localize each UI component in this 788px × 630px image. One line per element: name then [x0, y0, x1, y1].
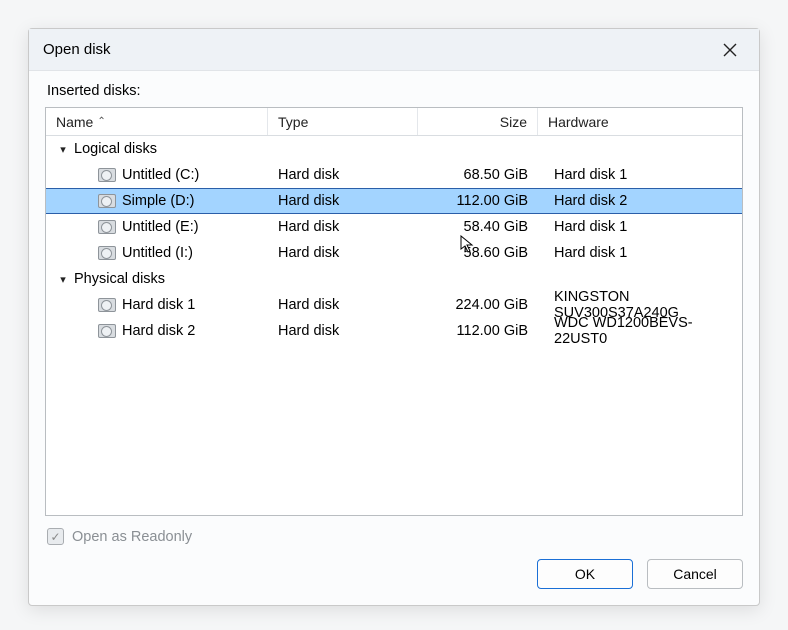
disk-row[interactable]: Simple (D:) Hard disk 112.00 GiB Hard di…: [46, 188, 742, 214]
disk-row[interactable]: Hard disk 2 Hard disk 112.00 GiB WDC WD1…: [46, 318, 742, 344]
rows-container: ▾ Logical disks Untitled (C:) Hard disk …: [46, 136, 742, 515]
header-hardware[interactable]: Hardware: [538, 108, 742, 135]
close-icon[interactable]: [715, 35, 745, 65]
chevron-down-icon: ▾: [56, 143, 70, 156]
disk-icon: [98, 324, 116, 338]
sort-asc-icon: ⌃: [97, 116, 105, 127]
disk-icon: [98, 168, 116, 182]
inserted-disks-label: Inserted disks:: [29, 71, 759, 107]
disk-icon: [98, 194, 116, 208]
group-logical-disks[interactable]: ▾ Logical disks: [46, 136, 742, 162]
open-disk-dialog: Open disk Inserted disks: Name ⌃ Type Si…: [28, 28, 760, 606]
disk-row[interactable]: Untitled (I:) Hard disk 58.60 GiB Hard d…: [46, 240, 742, 266]
open-readonly-label: Open as Readonly: [72, 529, 192, 545]
disk-row[interactable]: Untitled (E:) Hard disk 58.40 GiB Hard d…: [46, 214, 742, 240]
header-type[interactable]: Type: [268, 108, 418, 135]
disk-icon: [98, 246, 116, 260]
checkbox-icon: ✓: [47, 528, 64, 545]
dialog-title: Open disk: [43, 41, 111, 58]
dialog-footer: ✓ Open as Readonly OK Cancel: [29, 516, 759, 605]
disk-list: Name ⌃ Type Size Hardware ▾ Logical disk…: [45, 107, 743, 516]
cancel-button[interactable]: Cancel: [647, 559, 743, 589]
header-size[interactable]: Size: [418, 108, 538, 135]
disk-icon: [98, 220, 116, 234]
titlebar: Open disk: [29, 29, 759, 71]
open-readonly-option: ✓ Open as Readonly: [45, 524, 743, 559]
disk-row[interactable]: Untitled (C:) Hard disk 68.50 GiB Hard d…: [46, 162, 742, 188]
disk-icon: [98, 298, 116, 312]
chevron-down-icon: ▾: [56, 273, 70, 286]
header-name[interactable]: Name ⌃: [46, 108, 268, 135]
ok-button[interactable]: OK: [537, 559, 633, 589]
column-headers: Name ⌃ Type Size Hardware: [46, 108, 742, 136]
